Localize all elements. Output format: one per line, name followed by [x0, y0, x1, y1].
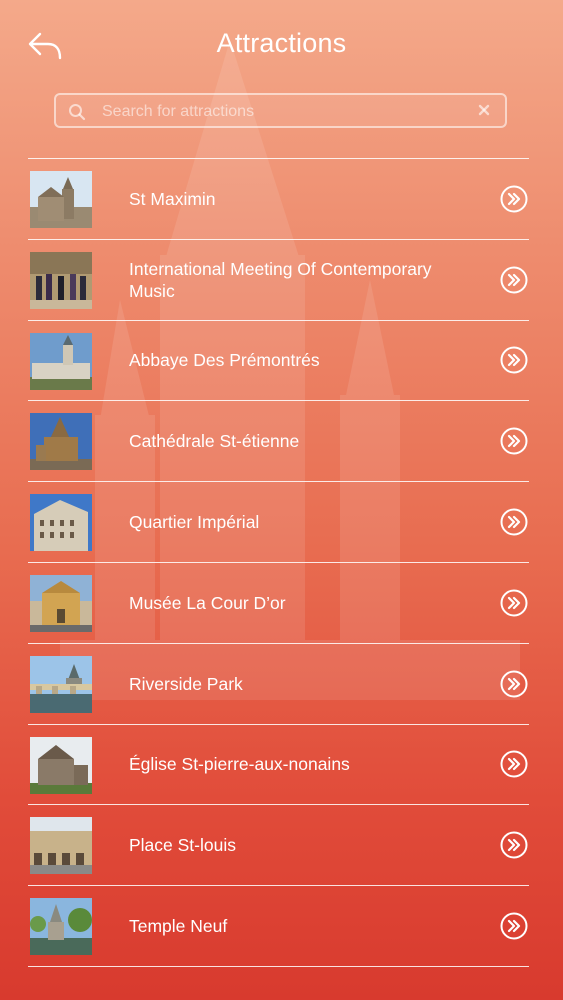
list-item[interactable]: Riverside Park: [28, 644, 529, 725]
attraction-thumbnail: [30, 413, 92, 471]
double-chevron-right-icon[interactable]: [500, 831, 528, 859]
attraction-thumbnail: [30, 898, 92, 956]
list-item[interactable]: Temple Neuf: [28, 886, 529, 967]
attraction-thumbnail: [30, 251, 92, 309]
attraction-name: Abbaye Des Prémontrés: [129, 350, 320, 371]
attraction-name: Riverside Park: [129, 673, 243, 694]
double-chevron-right-icon[interactable]: [500, 508, 528, 536]
double-chevron-right-icon[interactable]: [500, 266, 528, 294]
double-chevron-right-icon[interactable]: [500, 589, 528, 617]
clear-icon[interactable]: [477, 103, 491, 117]
double-chevron-right-icon[interactable]: [500, 346, 528, 374]
attraction-name: St Maximin: [129, 188, 216, 209]
attraction-name: Quartier Impérial: [129, 512, 260, 533]
list-item[interactable]: Quartier Impérial: [28, 482, 529, 563]
list-item[interactable]: Place St-louis: [28, 805, 529, 887]
list-item[interactable]: International Meeting Of Contemporary Mu…: [28, 240, 529, 321]
list-item[interactable]: St Maximin: [28, 159, 529, 240]
attraction-name: Cathédrale St-étienne: [129, 431, 300, 452]
double-chevron-right-icon[interactable]: [500, 427, 528, 455]
search-icon: [69, 104, 86, 121]
double-chevron-right-icon[interactable]: [500, 750, 528, 778]
list-item[interactable]: Cathédrale St-étienne: [28, 401, 529, 483]
list-item[interactable]: Musée La Cour D’or: [28, 563, 529, 644]
attraction-thumbnail: [30, 494, 92, 552]
list-item[interactable]: Abbaye Des Prémontrés: [28, 321, 529, 402]
double-chevron-right-icon[interactable]: [500, 185, 528, 213]
attraction-thumbnail: [30, 332, 92, 390]
attraction-name: Temple Neuf: [129, 916, 228, 937]
attraction-name: Musée La Cour D’or: [129, 592, 286, 613]
attraction-name: Église St-pierre-aux-nonains: [129, 754, 350, 775]
page-title: Attractions: [216, 28, 347, 58]
search-bar: [54, 93, 507, 128]
attraction-thumbnail: [30, 736, 92, 794]
attraction-name: International Meeting Of Contemporary Mu…: [129, 258, 432, 301]
attractions-list: St Maximin International Meeting Of Cont…: [28, 158, 529, 967]
attraction-thumbnail: [30, 817, 92, 875]
attraction-thumbnail: [30, 655, 92, 713]
double-chevron-right-icon[interactable]: [500, 912, 528, 940]
header: Attractions: [0, 0, 563, 90]
double-chevron-right-icon[interactable]: [500, 670, 528, 698]
attraction-thumbnail: [30, 574, 92, 632]
attraction-thumbnail: [30, 171, 92, 228]
attraction-name: Place St-louis: [129, 835, 236, 856]
search-input[interactable]: [100, 98, 474, 126]
list-item[interactable]: Église St-pierre-aux-nonains: [28, 725, 529, 806]
